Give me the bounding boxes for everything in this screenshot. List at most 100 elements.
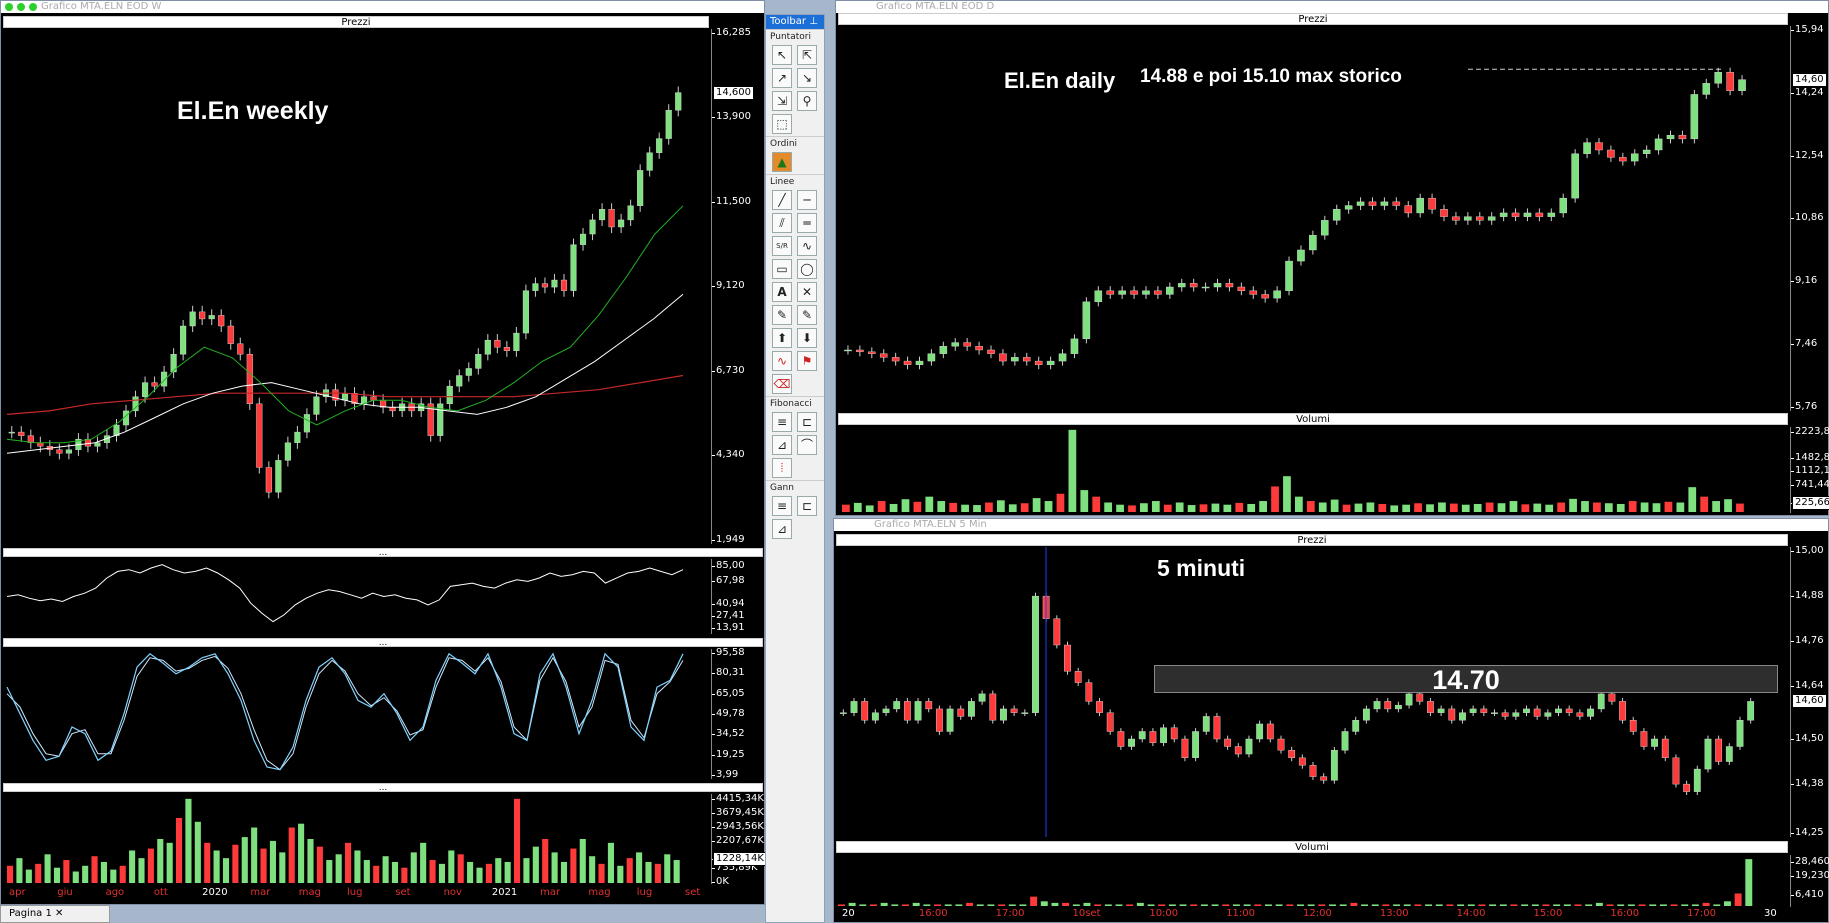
daily-price-plot[interactable]: El.En daily 14.88 e poi 15.10 max storic…	[838, 26, 1788, 411]
pointer-arrow-icon[interactable]: ↖	[772, 45, 792, 65]
pencil-icon[interactable]: ✎	[772, 305, 792, 325]
intraday-window-titlebar[interactable]: Grafico MTA.ELN 5 Min	[834, 519, 1828, 531]
daily-price-axis[interactable]: 15,94 14,24 12,54 10,86 9,16 7,46 5,76 14,60	[1790, 24, 1828, 412]
weekly-rsi-axis[interactable]: 85,00 67,98 40,94 27,41 13,91	[711, 559, 764, 634]
candle-body	[1501, 712, 1509, 717]
fibo-extension-icon[interactable]: ⊏	[797, 412, 817, 432]
horizontal-line-icon[interactable]: ─	[797, 190, 817, 210]
arrow-up-icon[interactable]: ⬆	[772, 328, 792, 348]
axis-tick	[1791, 407, 1794, 408]
daily-volume-plot[interactable]	[838, 427, 1788, 513]
daily-volume-axis[interactable]: 2223,89K1482,88K1112,16K741,44K225,66K22…	[1790, 426, 1829, 513]
level-box-label: 14.70	[1154, 665, 1778, 694]
volume-bar	[664, 854, 671, 883]
candle-body	[1651, 738, 1658, 747]
time-axis-label: nov	[443, 887, 462, 898]
intraday-chart-window[interactable]: Grafico MTA.ELN 5 Min Prezzi 5 minuti 14…	[833, 518, 1829, 923]
daily-window-titlebar[interactable]: Grafico MTA.ELN EOD D	[836, 1, 1828, 13]
pin-icon[interactable]: ⊥	[809, 16, 818, 27]
daily-chart-window[interactable]: Grafico MTA.ELN EOD D Prezzi El.En daily…	[835, 0, 1829, 516]
channel-icon[interactable]: ═	[797, 213, 817, 233]
weekly-time-axis[interactable]: apr giu ago ott 2020 mar mag lug set nov 2021 mar ma…	[3, 887, 709, 901]
candle-body	[1587, 708, 1594, 717]
candle-body	[656, 138, 663, 153]
close-tab-icon[interactable]: ✕	[55, 908, 63, 919]
gann-box-icon[interactable]: ⊏	[797, 496, 817, 516]
candle-body	[989, 693, 997, 721]
volume-bar	[1712, 501, 1720, 512]
weekly-stochastic-plot[interactable]	[3, 649, 709, 779]
intraday-volume-plot[interactable]	[836, 855, 1788, 907]
axis-tick	[1791, 281, 1794, 283]
fibo-arc-icon[interactable]: ⌒	[797, 435, 817, 455]
weekly-volume-axis[interactable]: 4415,34K 3679,45K2943,56K 2207,67K 1228,14K…	[711, 793, 767, 887]
pointer-select-icon[interactable]: ⇱	[797, 45, 817, 65]
pointer-cross-icon[interactable]: ↗	[772, 68, 792, 88]
trend-line-icon[interactable]: ╱	[772, 190, 792, 210]
flag-icon[interactable]: ⚑	[797, 351, 817, 371]
order-icon[interactable]: ▲	[772, 152, 792, 172]
volume-bar	[598, 863, 605, 883]
weekly-price-plot[interactable]: El.En weekly	[3, 29, 709, 544]
axis-tick	[1791, 218, 1794, 220]
text-tool-icon[interactable]: A	[772, 282, 792, 302]
candle-body	[1565, 708, 1573, 713]
candle-body	[1608, 693, 1616, 702]
eraser-icon[interactable]: ⌫	[772, 374, 792, 394]
volume-bar	[232, 844, 239, 883]
intraday-price-plot[interactable]: 5 minuti 14.70	[836, 547, 1788, 837]
volume-bar	[1329, 904, 1336, 906]
intraday-time-axis[interactable]: 20 16:00 17:00 10set 10:00 11:00 12:00 13:00 14:…	[836, 908, 1788, 922]
axis-tick	[1791, 344, 1794, 346]
volume-bar	[961, 504, 969, 512]
weekly-price-axis[interactable]: 16,285 13,900 11,500 9,120 6,730 4,340 1,949 14…	[711, 27, 764, 545]
rectangle-icon[interactable]: ▭	[772, 259, 792, 279]
wave-icon[interactable]: ∿	[772, 351, 792, 371]
weekly-volume-plot[interactable]	[3, 794, 709, 884]
regression-icon[interactable]: ∿	[797, 236, 817, 256]
intraday-price-axis[interactable]: 15,00 14,88 14,76 14,64 14,50 14,38 14,25 14,60	[1790, 545, 1828, 838]
axis-tick	[712, 799, 715, 801]
page-tab[interactable]: Pagina 1 ✕	[0, 905, 110, 923]
parallel-line-icon[interactable]: ⫽	[772, 213, 792, 233]
volume-bar	[373, 865, 380, 883]
intraday-volume-axis[interactable]: 28,460 19,230 6,410	[1790, 855, 1829, 907]
pointer-zoom-select-icon[interactable]: ⇲	[772, 91, 792, 111]
support-resistance-icon[interactable]: S/R	[772, 236, 792, 256]
weekly-window-titlebar[interactable]: Grafico MTA.ELN EOD W	[1, 1, 764, 13]
axis-tick-label: 741,44K	[1795, 478, 1829, 490]
volume-bar	[1222, 904, 1230, 906]
arrow-down-icon[interactable]: ⬇	[797, 328, 817, 348]
ellipse-icon[interactable]: ◯	[797, 259, 817, 279]
weekly-stochastic-axis[interactable]: 95,58 80,31 65,05 49,78 34,52 19,25 3,99	[711, 647, 764, 780]
volume-bar	[316, 846, 323, 883]
gann-grid-icon[interactable]: ≡	[772, 496, 792, 516]
volume-bar	[1254, 904, 1262, 906]
fibo-retracement-icon[interactable]: ≡	[772, 412, 792, 432]
pointer-move-icon[interactable]: ↘	[797, 68, 817, 88]
fibo-fan-icon[interactable]: ⊿	[772, 435, 792, 455]
measure-icon[interactable]: ✕	[797, 282, 817, 302]
weekly-rsi-plot[interactable]	[3, 559, 709, 634]
volume-bar	[1557, 502, 1566, 512]
candle-body	[1571, 153, 1579, 199]
candle-body	[65, 449, 72, 454]
fibo-time-icon[interactable]: ⦙	[772, 458, 792, 478]
gann-fan-icon[interactable]: ⊿	[772, 519, 792, 539]
axis-tick-label: 3,99	[716, 769, 739, 780]
toolbar-header[interactable]: Toolbar ⊥	[766, 15, 824, 29]
volume-bar	[1044, 501, 1053, 512]
candle-body	[1404, 205, 1413, 214]
candle-body	[987, 349, 995, 354]
area-select-icon[interactable]: ⬚	[772, 114, 792, 134]
candle-body	[1213, 716, 1221, 740]
candle-body	[1096, 701, 1103, 713]
highlighter-icon[interactable]: ✎	[797, 305, 817, 325]
volume-bar	[222, 858, 230, 883]
axis-tick	[712, 580, 715, 582]
candle-body	[1034, 360, 1043, 365]
weekly-chart-window[interactable]: Grafico MTA.ELN EOD W Prezzi El.En weekl…	[0, 0, 767, 905]
zoom-icon[interactable]: ⚲	[797, 91, 817, 111]
candle-body	[1138, 731, 1146, 740]
candle-body	[246, 354, 253, 405]
